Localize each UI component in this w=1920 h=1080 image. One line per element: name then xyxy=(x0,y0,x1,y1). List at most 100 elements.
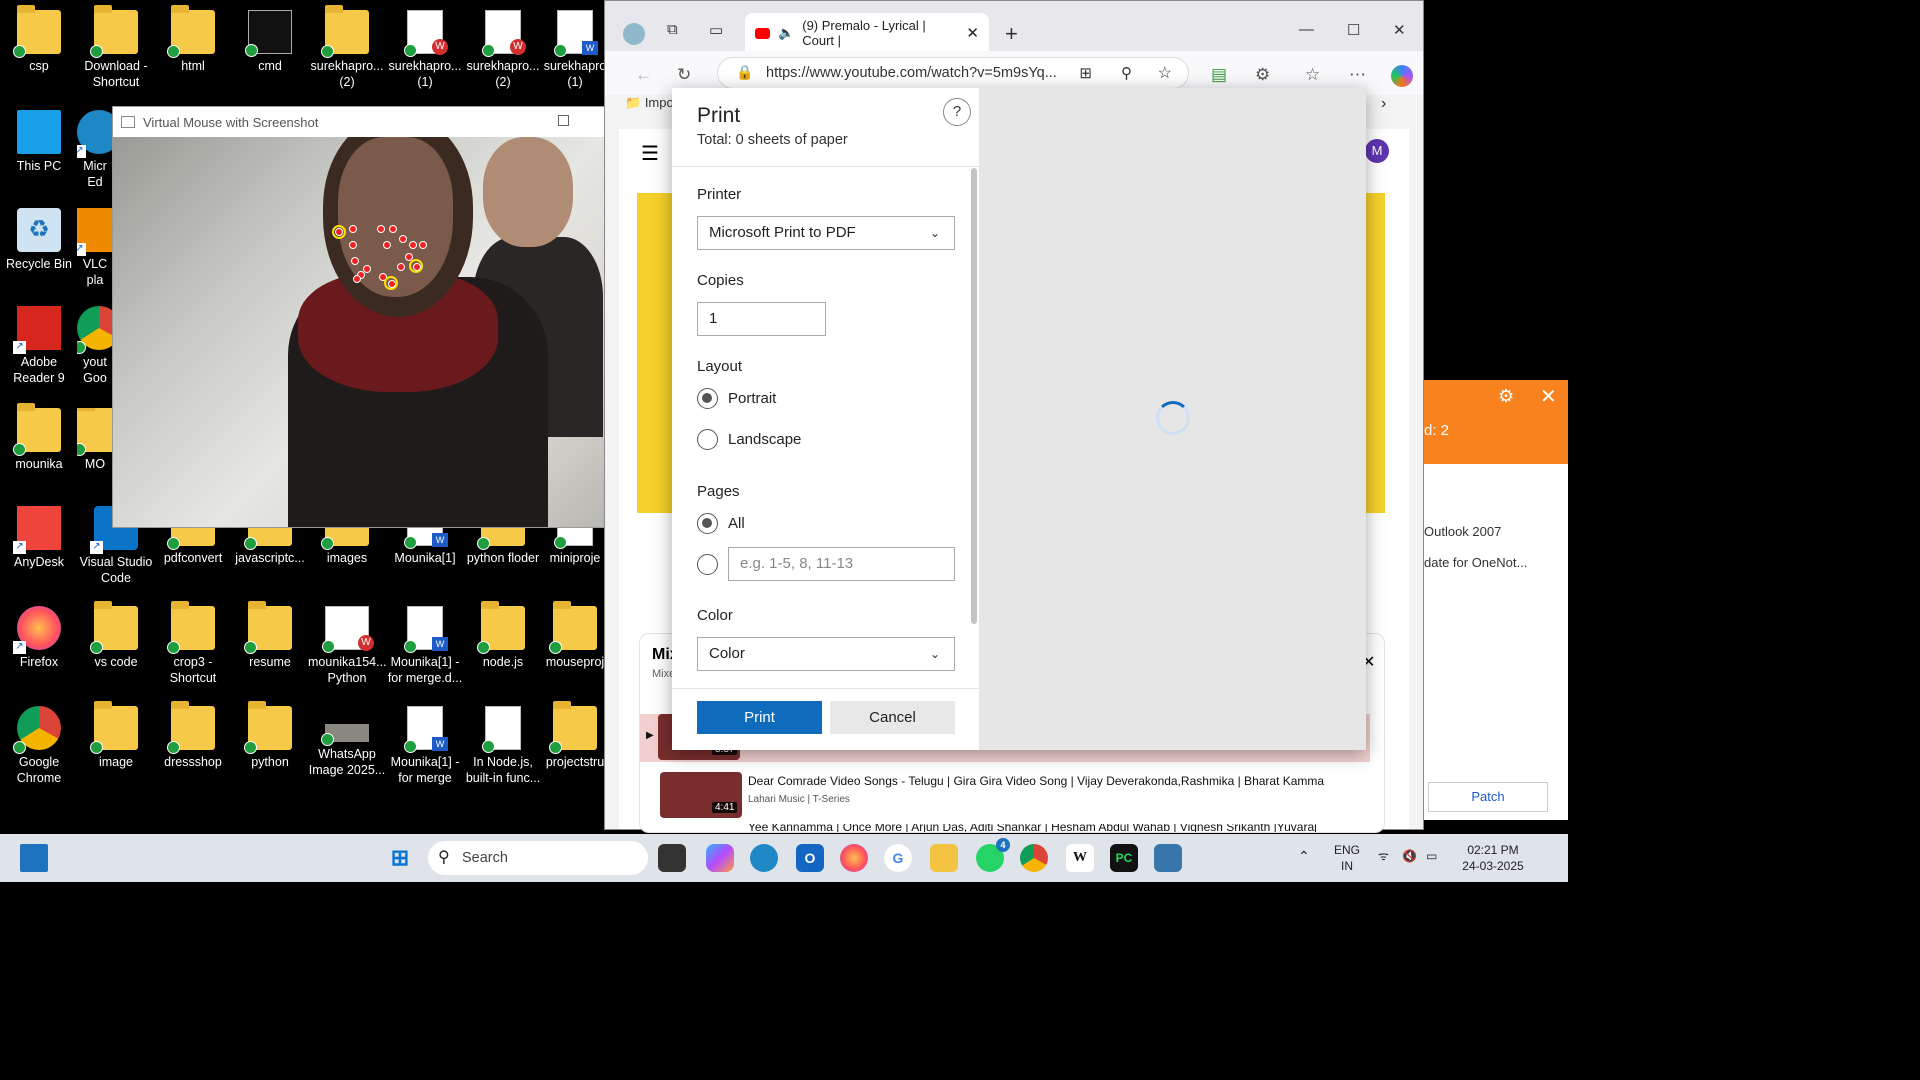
desktop-icon-dressshop[interactable]: dressshop xyxy=(154,701,232,770)
url-field[interactable]: 🔒 https://www.youtube.com/watch?v=5m9sYq… xyxy=(717,57,1189,89)
desktop-icon-csp[interactable]: csp xyxy=(0,5,78,74)
desktop-icon-firefox[interactable]: ↗ Firefox xyxy=(0,606,78,670)
taskbar-search[interactable]: ⚲ Search xyxy=(428,841,648,875)
pages-all-radio[interactable] xyxy=(697,513,718,534)
portrait-radio[interactable] xyxy=(697,388,718,409)
language-indicator[interactable]: ENG IN xyxy=(1334,842,1360,874)
cancel-button[interactable]: Cancel xyxy=(830,701,955,734)
task-view-icon[interactable] xyxy=(658,844,686,872)
desktop-icon-vs-code-folder[interactable]: vs code xyxy=(77,601,155,670)
desktop-icon-whatsapp-image[interactable]: WhatsApp Image 2025... xyxy=(308,706,386,778)
pages-range-input[interactable]: e.g. 1-5, 8, 11-13 xyxy=(728,547,955,581)
desktop-icon-crop3[interactable]: crop3 - Shortcut xyxy=(154,601,232,686)
virtual-mouse-window[interactable]: Virtual Mouse with Screenshot xyxy=(112,106,610,528)
help-button[interactable]: ? xyxy=(943,98,971,126)
maximize-button[interactable] xyxy=(558,115,569,126)
close-tab-icon[interactable]: ✕ xyxy=(966,24,979,42)
desktop-icon-nodejs-builtin[interactable]: In Node.js, built-in func... xyxy=(464,706,542,786)
chevron-right-icon[interactable]: › xyxy=(1381,95,1386,113)
update-item[interactable]: Outlook 2007 xyxy=(1424,524,1501,539)
print-button[interactable]: Print xyxy=(697,701,822,734)
desktop-icon-cmd[interactable]: cmd xyxy=(231,10,309,74)
wifi-icon[interactable]: ᯤ xyxy=(1378,848,1389,864)
update-item[interactable]: date for OneNot... xyxy=(1424,555,1527,570)
file-explorer-icon[interactable] xyxy=(930,844,958,872)
playlist-item[interactable]: Yee Kannamma | Once More | Arjun Das, Ad… xyxy=(660,824,1360,832)
tab-youtube[interactable]: 🔈 (9) Premalo - Lyrical | Court | ✕ xyxy=(745,13,989,53)
google-icon[interactable]: G xyxy=(884,844,912,872)
desktop-icon-this-pc[interactable]: This PC xyxy=(0,110,78,174)
python-icon[interactable] xyxy=(1154,844,1182,872)
desktop-icon-surekhapro-2[interactable]: surekhapro... (2) xyxy=(308,5,386,90)
maximize-button[interactable]: ☐ xyxy=(1347,21,1360,39)
speaker-icon[interactable]: 🔈 xyxy=(778,25,794,41)
desktop-icon-youtube[interactable]: yout Goo xyxy=(77,306,113,386)
desktop-icon-adobe-reader[interactable]: ↗ Adobe Reader 9 xyxy=(0,306,78,386)
outlook-icon[interactable]: O xyxy=(796,844,824,872)
copilot-icon[interactable] xyxy=(706,844,734,872)
clock[interactable]: 02:21 PM 24-03-2025 xyxy=(1458,842,1528,874)
wikipedia-icon[interactable]: W xyxy=(1066,844,1094,872)
desktop-icon-python[interactable]: python xyxy=(231,701,309,770)
app-available-icon[interactable]: ⊞ xyxy=(1079,64,1092,82)
close-icon[interactable]: ✕ xyxy=(1540,384,1557,409)
new-tab-button[interactable]: + xyxy=(1005,21,1018,47)
chevron-up-icon[interactable]: ⌃ xyxy=(1298,848,1310,864)
account-avatar[interactable]: M xyxy=(1365,139,1389,163)
color-select[interactable]: Color ⌄ xyxy=(697,637,955,671)
battery-icon[interactable]: ▭ xyxy=(1426,848,1437,864)
desktop-icon-surekhapro-2b[interactable]: Wsurekhapro... (2) xyxy=(464,10,542,90)
desktop-icon-mouseproj[interactable]: mouseproj xyxy=(540,601,610,670)
tab-actions-icon[interactable]: ▭ xyxy=(709,21,723,39)
virtual-mouse-titlebar[interactable]: Virtual Mouse with Screenshot xyxy=(113,107,609,137)
desktop-icon-resume[interactable]: resume xyxy=(231,601,309,670)
desktop-icon-nodejs[interactable]: node.js xyxy=(464,601,542,670)
favorite-star-icon[interactable]: ☆ xyxy=(1158,63,1172,83)
desktop-icon-download-shortcut[interactable]: Download - Shortcut xyxy=(77,5,155,90)
desktop-icon-projectstru[interactable]: projectstru xyxy=(540,701,610,770)
desktop-icon-vlc[interactable]: ↗ VLC pla xyxy=(77,208,113,288)
copies-input[interactable]: 1 xyxy=(697,302,826,336)
firefox-icon[interactable] xyxy=(840,844,868,872)
desktop-icon-recycle-bin[interactable]: ♻ Recycle Bin xyxy=(0,208,78,272)
close-window-button[interactable]: ✕ xyxy=(1393,21,1406,39)
settings-scrollbar[interactable] xyxy=(971,168,977,624)
desktop-icon-mounika1-merge-d[interactable]: W Mounika[1] - for merge.d... xyxy=(386,606,464,686)
desktop-icon-mounika1-merge[interactable]: W Mounika[1] - for merge xyxy=(386,706,464,786)
refresh-icon[interactable]: ↻ xyxy=(677,65,691,85)
desktop-icon-anydesk[interactable]: ↗ AnyDesk xyxy=(0,506,78,570)
desktop-icon-edge[interactable]: ↗ Micr Ed xyxy=(77,110,113,190)
whatsapp-icon[interactable]: 4 xyxy=(976,838,1010,872)
back-icon[interactable]: ← xyxy=(635,65,652,85)
chrome-icon[interactable] xyxy=(1020,844,1048,872)
fav-item-import[interactable]: Impo xyxy=(645,95,674,110)
desktop-icon-mounika[interactable]: mounika xyxy=(0,403,78,472)
desktop-icon-mo[interactable]: MO xyxy=(77,408,113,472)
landscape-radio[interactable] xyxy=(697,429,718,450)
extension-icon[interactable]: ▤ xyxy=(1211,65,1227,85)
copilot-icon[interactable] xyxy=(1391,65,1413,87)
desktop-icon-image[interactable]: image xyxy=(77,701,155,770)
profile-avatar[interactable] xyxy=(623,23,645,45)
workspaces-icon[interactable]: ⧉ xyxy=(667,21,678,38)
volume-muted-icon[interactable]: 🔇 xyxy=(1402,848,1417,864)
desktop-icon-surekhapro-1[interactable]: Wsurekhapro... (1) xyxy=(386,10,464,90)
gear-icon[interactable]: ⚙ xyxy=(1498,386,1514,407)
start-windows-icon[interactable]: ⊞ xyxy=(386,844,414,872)
printer-select[interactable]: Microsoft Print to PDF ⌄ xyxy=(697,216,955,250)
widgets-icon[interactable] xyxy=(20,844,48,872)
patch-button[interactable]: Patch xyxy=(1428,782,1548,812)
desktop-icon-mounika154[interactable]: Wmounika154... Python xyxy=(308,606,387,686)
playlist-item[interactable]: 4:41 Dear Comrade Video Songs - Telugu |… xyxy=(660,772,1360,820)
desktop-icon-html[interactable]: html xyxy=(154,5,232,74)
minimize-button[interactable]: — xyxy=(1299,21,1314,38)
pycharm-icon[interactable]: PC xyxy=(1110,844,1138,872)
zoom-icon[interactable]: ⚲ xyxy=(1121,64,1132,82)
more-menu-icon[interactable]: ⋯ xyxy=(1349,65,1366,85)
desktop-icon-google-chrome[interactable]: Google Chrome xyxy=(0,706,78,786)
extensions-icon[interactable]: ⚙ xyxy=(1255,65,1270,85)
edge-icon[interactable] xyxy=(750,844,778,872)
favorites-icon[interactable]: ☆ xyxy=(1305,65,1320,85)
hamburger-menu-icon[interactable]: ☰ xyxy=(641,141,659,166)
desktop-icon-surekhapro-1b[interactable]: Wsurekhapro (1) xyxy=(540,10,610,90)
